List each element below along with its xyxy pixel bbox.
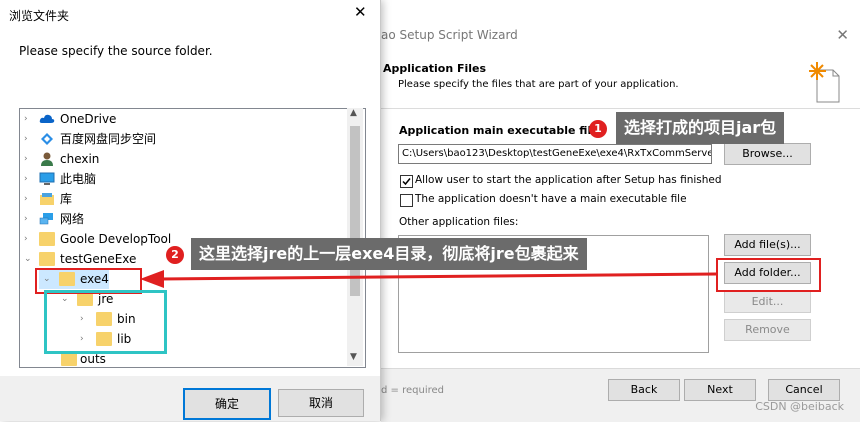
watermark: CSDN @beiback (755, 400, 844, 413)
tree-item-network[interactable]: › 网络 (20, 209, 348, 229)
back-button[interactable]: Back (608, 379, 680, 401)
allow-start-label: Allow user to start the application afte… (415, 174, 722, 186)
wizard-header-subtitle: Please specify the files that are part o… (398, 79, 679, 90)
chevron-down-icon[interactable]: ⌄ (24, 249, 34, 269)
no-main-exe-checkbox[interactable] (400, 194, 413, 207)
remove-button[interactable]: Remove (724, 319, 811, 341)
scroll-down-icon[interactable]: ▼ (350, 352, 357, 362)
step-1-note: 选择打成的项目jar包 (616, 112, 785, 144)
main-exe-label: Application main executable file: (399, 124, 604, 137)
add-files-button[interactable]: Add file(s)... (724, 234, 811, 256)
tree-item-chexin[interactable]: › chexin (20, 149, 348, 169)
dialog-cancel-button[interactable]: 取消 (278, 389, 364, 417)
wizard-cancel-button[interactable]: Cancel (768, 379, 840, 401)
chevron-right-icon[interactable]: › (24, 149, 34, 169)
ok-button[interactable]: 确定 (183, 388, 271, 420)
step-1-badge: 1 (589, 120, 607, 138)
allow-start-checkbox[interactable] (400, 175, 413, 188)
wizard-header: Application Files Please specify the fil… (381, 52, 860, 109)
chevron-right-icon[interactable]: › (24, 129, 34, 149)
next-button[interactable]: Next (684, 379, 756, 401)
baidu-icon (41, 133, 53, 145)
tree-scrollbar[interactable]: ▲ ▼ (347, 108, 363, 366)
network-icon (39, 213, 53, 225)
wizard-titlebar: ao Setup Script Wizard ✕ (381, 18, 860, 52)
wizard-header-title: Application Files (383, 62, 487, 75)
tree-item-library[interactable]: › 库 (20, 189, 348, 209)
browse-button[interactable]: Browse... (724, 143, 811, 165)
folder-icon (39, 252, 55, 266)
step-2-badge: 2 (166, 246, 184, 264)
browse-folder-dialog: 浏览文件夹 ✕ Please specify the source folder… (0, 0, 381, 421)
chevron-right-icon[interactable]: › (24, 169, 34, 189)
required-note: d = required (381, 385, 444, 396)
chevron-right-icon[interactable]: › (24, 189, 34, 209)
dialog-title: 浏览文件夹 (9, 9, 70, 23)
jre-highlight-box (44, 290, 167, 354)
user-icon (41, 152, 53, 166)
chevron-right-icon[interactable]: › (24, 209, 34, 229)
tree-item-baidu[interactable]: › 百度网盘同步空间 (20, 129, 348, 149)
chevron-right-icon[interactable]: › (24, 229, 34, 249)
main-exe-field[interactable]: C:\Users\bao123\Desktop\testGeneExe\exe4… (398, 144, 712, 164)
dialog-prompt: Please specify the source folder. (19, 44, 213, 58)
chevron-right-icon[interactable]: › (24, 109, 34, 129)
folder-icon (61, 352, 77, 366)
tree-item-onedrive[interactable]: › OneDrive (20, 109, 348, 129)
wizard-title: ao Setup Script Wizard (381, 28, 518, 42)
wizard-magic-icon (809, 62, 840, 103)
folder-icon (39, 232, 55, 246)
check-icon (402, 178, 411, 186)
cloud-icon (39, 114, 55, 123)
setup-wizard-window: ao Setup Script Wizard ✕ Application Fil… (380, 18, 860, 422)
edit-button[interactable]: Edit... (724, 291, 811, 313)
library-icon (40, 193, 54, 205)
scroll-up-icon[interactable]: ▲ (350, 108, 357, 118)
wizard-close-icon[interactable]: ✕ (836, 26, 849, 44)
step-2-note: 这里选择jre的上一层exe4目录，彻底将jre包裹起来 (191, 238, 587, 270)
dialog-close-icon[interactable]: ✕ (354, 3, 367, 21)
wizard-footer: d = required Back Next Cancel (381, 368, 860, 422)
no-main-exe-label: The application doesn't have a main exec… (415, 193, 687, 205)
add-folder-highlight-box (716, 258, 821, 292)
computer-icon (39, 172, 55, 185)
tree-item-this-pc[interactable]: › 此电脑 (20, 169, 348, 189)
other-files-label: Other application files: (399, 216, 519, 228)
